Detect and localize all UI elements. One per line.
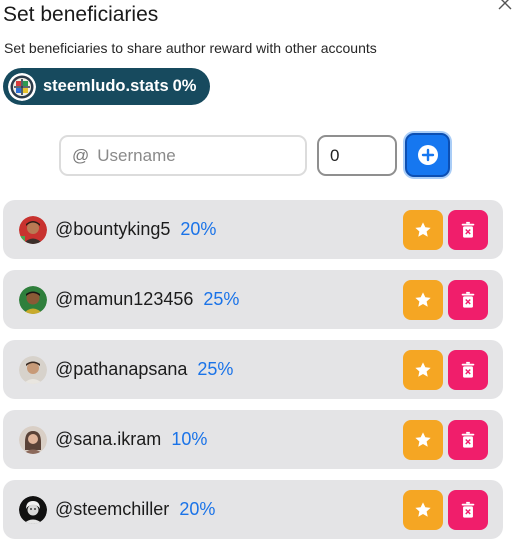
delete-button[interactable]	[448, 280, 488, 320]
trash-icon	[461, 291, 475, 308]
trash-icon	[461, 361, 475, 378]
add-beneficiary-button[interactable]	[405, 133, 450, 177]
beneficiary-avatar	[19, 495, 47, 524]
beneficiary-username: @pathanapsana	[55, 359, 188, 379]
star-button[interactable]	[403, 210, 443, 250]
beneficiary-username: @sana.ikram	[55, 429, 162, 449]
author-name: steemludo.stats	[43, 77, 169, 95]
beneficiary-row: @mamun123456 25%	[3, 270, 503, 329]
star-button[interactable]	[403, 420, 443, 460]
beneficiary-weight: 20%	[179, 499, 216, 519]
trash-icon	[461, 431, 475, 448]
delete-button[interactable]	[448, 490, 488, 530]
dialog-title: Set beneficiaries	[3, 3, 159, 26]
beneficiary-row: @pathanapsana 25%	[3, 340, 503, 399]
beneficiary-username: @bountyking5	[55, 219, 171, 239]
plus-circle-icon	[417, 145, 438, 165]
delete-button[interactable]	[448, 420, 488, 460]
beneficiary-avatar	[19, 355, 47, 384]
username-input[interactable]	[97, 145, 288, 166]
star-button[interactable]	[403, 490, 443, 530]
weight-input[interactable]	[317, 135, 397, 176]
beneficiary-weight: 25%	[203, 289, 240, 309]
trash-icon	[461, 221, 475, 238]
beneficiary-username: @steemchiller	[55, 499, 170, 519]
close-button[interactable]	[496, 0, 514, 12]
username-field-wrapper: @	[59, 135, 307, 176]
beneficiary-row: @steemchiller 20%	[3, 480, 503, 539]
author-chip: steemludo.stats 0%	[3, 68, 211, 105]
beneficiary-weight: 20%	[180, 219, 217, 239]
beneficiary-username: @mamun123456	[55, 289, 194, 309]
author-weight: 0%	[172, 77, 197, 95]
star-icon	[415, 222, 431, 237]
beneficiary-avatar	[19, 425, 47, 454]
beneficiary-avatar	[19, 215, 47, 244]
beneficiary-weight: 25%	[197, 359, 234, 379]
star-button[interactable]	[403, 280, 443, 320]
beneficiary-avatar	[19, 285, 47, 314]
delete-button[interactable]	[448, 210, 488, 250]
dialog-subtitle: Set beneficiaries to share author reward…	[4, 40, 377, 56]
star-icon	[415, 362, 431, 377]
star-button[interactable]	[403, 350, 443, 390]
close-icon	[498, 0, 512, 10]
beneficiary-list: @bountyking5 20% @mamun123456 25% @patha…	[3, 200, 503, 550]
author-avatar	[8, 72, 36, 101]
trash-icon	[461, 501, 475, 518]
star-icon	[415, 502, 431, 517]
beneficiary-row: @sana.ikram 10%	[3, 410, 503, 469]
at-symbol: @	[72, 145, 90, 165]
delete-button[interactable]	[448, 350, 488, 390]
star-icon	[415, 292, 431, 307]
star-icon	[415, 432, 431, 447]
beneficiary-weight: 10%	[171, 429, 208, 449]
beneficiary-row: @bountyking5 20%	[3, 200, 503, 259]
